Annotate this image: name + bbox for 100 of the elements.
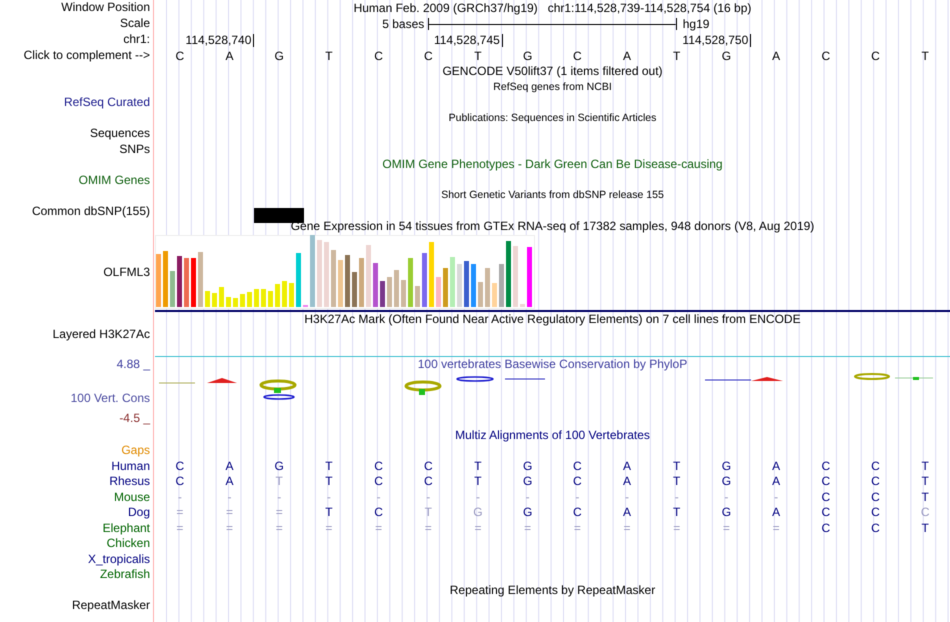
alignment-base: A — [772, 505, 780, 520]
alignment-base: G — [722, 505, 732, 520]
alignment-base: = — [226, 520, 234, 536]
base-letter[interactable]: A — [623, 48, 632, 64]
alignment-base: T — [921, 458, 929, 474]
base-letter[interactable]: C — [176, 48, 184, 64]
ruler-tick: 114,528,740 — [186, 34, 254, 46]
alignment-base: - — [178, 490, 182, 505]
alignment-base: - — [326, 490, 331, 505]
alignment-base: - — [774, 490, 778, 505]
track-label[interactable]: RefSeq Curated — [0, 95, 150, 110]
species-label[interactable]: Elephant — [0, 520, 150, 536]
track-label[interactable]: OMIM Genes — [0, 172, 150, 188]
genome-position[interactable]: chr1:114,528,739-114,528,754 (16 bp) — [548, 0, 752, 16]
track-title[interactable]: GENCODE V50lift37 (1 items filtered out) — [442, 64, 663, 80]
alignment-base: C — [573, 474, 582, 490]
alignment-base: G — [722, 474, 732, 490]
species-label[interactable]: Dog — [0, 505, 150, 520]
track-label[interactable]: SNPs — [0, 142, 150, 157]
base-letter[interactable]: T — [474, 48, 482, 64]
alignment-base: T — [673, 474, 680, 490]
alignment-base: = — [276, 520, 283, 536]
alignment-base: = — [624, 520, 631, 536]
alignment-base: - — [476, 490, 480, 505]
base-letter[interactable]: C — [871, 48, 880, 64]
track-label[interactable]: OLFML3 — [103, 264, 150, 280]
alignment-base: C — [871, 505, 880, 520]
alignment-base: = — [176, 505, 184, 520]
track-title[interactable]: 100 vertebrates Basewise Conservation by PhyloP — [418, 357, 688, 372]
alignment-base: A — [772, 458, 780, 474]
track-label[interactable]: 100 Vert. Cons — [70, 390, 150, 406]
alignment-base: = — [574, 520, 581, 536]
complement-link[interactable]: Click to complement --> — [0, 48, 150, 64]
alignment-base: = — [722, 520, 730, 536]
alignment-base: A — [226, 474, 234, 490]
alignment-base: G — [722, 458, 732, 474]
base-letter[interactable]: T — [673, 48, 680, 64]
alignment-base: - — [277, 490, 282, 505]
base-letter[interactable]: C — [573, 48, 582, 64]
variant-feature[interactable] — [254, 208, 304, 222]
alignment-base: = — [772, 520, 780, 536]
track-title[interactable]: OMIM Gene Phenotypes - Dark Green Can Be Disease-causing — [382, 157, 723, 172]
alignment-base: C — [424, 474, 433, 490]
alignment-base: - — [228, 490, 232, 505]
alignment-base: C — [871, 458, 880, 474]
species-label[interactable]: Zebrafish — [0, 567, 150, 582]
alignment-base: = — [524, 520, 532, 536]
species-label[interactable]: Chicken — [0, 536, 150, 552]
track-label[interactable]: RepeatMasker — [0, 598, 150, 614]
species-label[interactable]: Human — [0, 458, 150, 474]
ruler-tick: 114,528,745 — [434, 34, 503, 46]
alignment-base: T — [474, 474, 482, 490]
track-title[interactable]: RefSeq genes from NCBI — [493, 80, 612, 95]
track-label: chr1: — [122, 32, 150, 48]
base-letter[interactable]: C — [424, 48, 433, 64]
alignment-base: T — [276, 474, 283, 490]
alignment-base: C — [821, 520, 830, 536]
track-title[interactable]: Short Genetic Variants from dbSNP release 155 — [441, 188, 664, 204]
alignment-base: C — [821, 458, 830, 474]
alignment-base: T — [325, 505, 333, 520]
track-title[interactable]: Publications: Sequences in Scientific Articles — [448, 110, 656, 126]
alignment-base: C — [871, 490, 880, 505]
base-letter[interactable]: T — [325, 48, 333, 64]
alignment-base: - — [526, 490, 530, 505]
track-label: Scale — [118, 16, 150, 32]
track-label[interactable]: Common dbSNP(155) — [0, 204, 150, 219]
alignment-base: C — [573, 458, 582, 474]
track-label: Window Position — [60, 0, 150, 16]
base-letter[interactable]: A — [772, 48, 780, 64]
alignment-base: C — [374, 474, 383, 490]
alignment-base: = — [474, 520, 482, 536]
base-letter[interactable]: A — [226, 48, 234, 64]
alignment-base: = — [325, 520, 332, 536]
track-title[interactable]: H3K27Ac Mark (Often Found Near Active Regulatory Elements) on 7 cell lines from ENCODE — [304, 312, 801, 327]
base-letter[interactable]: C — [821, 48, 830, 64]
alignment-base: T — [673, 458, 680, 474]
species-label[interactable]: Rhesus — [0, 474, 150, 490]
base-letter[interactable]: G — [522, 48, 532, 64]
base-letter[interactable]: G — [722, 48, 732, 64]
alignment-base: - — [376, 490, 381, 505]
track-label[interactable]: Layered H3K27Ac — [0, 327, 150, 342]
scale-length: 5 bases — [382, 16, 426, 32]
base-letter[interactable]: C — [374, 48, 383, 64]
base-letter[interactable]: G — [274, 48, 284, 64]
alignment-base: T — [325, 474, 333, 490]
species-label[interactable]: Mouse — [0, 490, 150, 505]
alignment-base: A — [226, 458, 234, 474]
base-letter[interactable]: T — [921, 48, 929, 64]
scale-max-label: 4.88 _ — [116, 356, 150, 372]
alignment-base: C — [920, 505, 930, 520]
alignment-base: - — [426, 490, 430, 505]
species-label[interactable]: X_tropicalis — [0, 552, 150, 567]
alignment-base: = — [673, 520, 680, 536]
alignment-base: T — [921, 490, 929, 505]
alignment-base: C — [176, 474, 184, 490]
track-title[interactable]: Multiz Alignments of 100 Vertebrates — [455, 428, 650, 443]
alignment-base: A — [623, 505, 632, 520]
track-title[interactable]: Repeating Elements by RepeatMasker — [450, 582, 656, 598]
track-label[interactable]: Sequences — [0, 126, 150, 142]
alignment-base: G — [274, 458, 284, 474]
